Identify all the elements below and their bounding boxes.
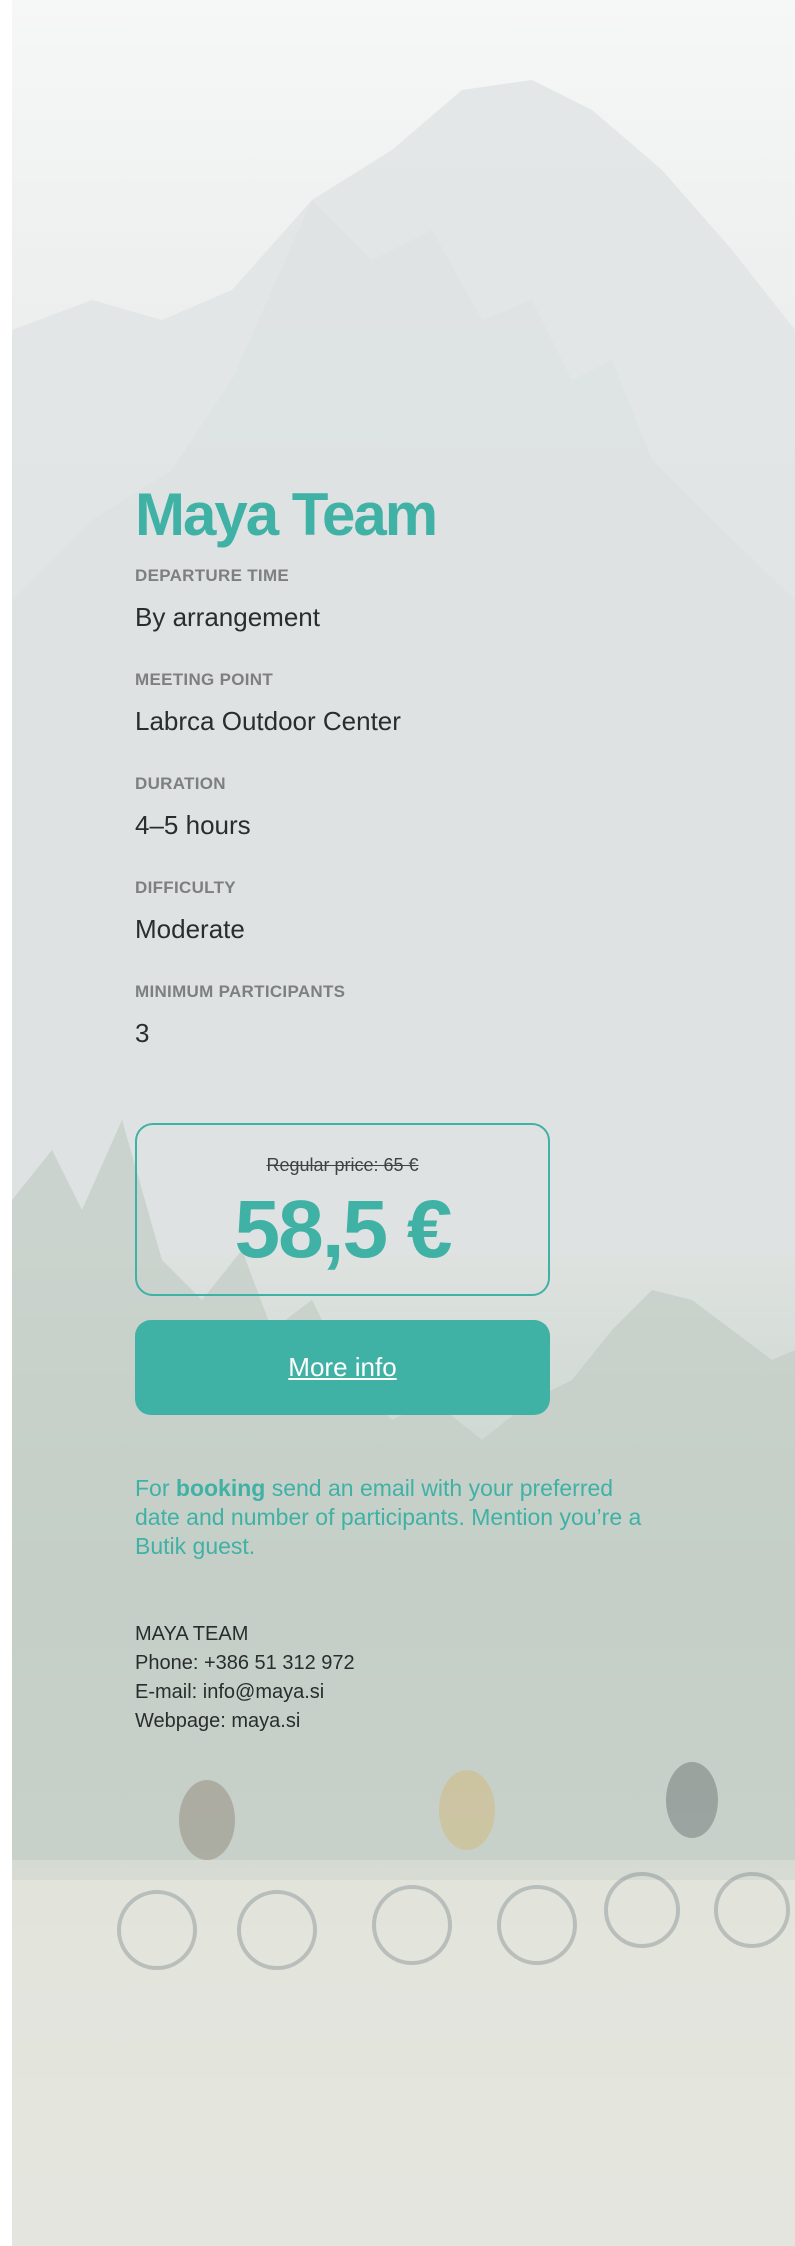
meeting-point-value: Labrca Outdoor Center xyxy=(135,706,401,736)
difficulty-label: DIFFICULTY xyxy=(135,878,236,897)
more-info-label: More info xyxy=(288,1352,397,1382)
departure-time-label: DEPARTURE TIME xyxy=(135,566,290,585)
minimum-participants-value: 3 xyxy=(135,1018,150,1048)
departure-time-value: By arrangement xyxy=(135,602,320,632)
duration-label: DURATION xyxy=(135,774,226,793)
booking-prefix: For xyxy=(135,1475,176,1501)
contact-name: MAYA TEAM xyxy=(135,1623,249,1645)
discounted-price: 58,5 € xyxy=(234,1184,453,1275)
price-box: Regular price: 65 € 58,5 € xyxy=(135,1123,550,1296)
booking-instructions: For booking send an email with your pref… xyxy=(135,1474,655,1561)
contact-email: E-mail: info@maya.si xyxy=(135,1681,325,1703)
minimum-participants-label: MINIMUM PARTICIPANTS xyxy=(135,982,346,1001)
contact-block: MAYA TEAM Phone: +386 51 312 972 E-mail:… xyxy=(135,1620,355,1736)
meeting-point-label: MEETING POINT xyxy=(135,670,274,689)
page-title: Maya Team xyxy=(135,481,438,548)
booking-bold: booking xyxy=(175,1475,266,1501)
duration-value: 4–5 hours xyxy=(135,810,251,840)
regular-price: Regular price: 65 € xyxy=(266,1155,419,1175)
contact-phone: Phone: +386 51 312 972 xyxy=(135,1652,355,1674)
contact-web: Webpage: maya.si xyxy=(135,1710,301,1732)
difficulty-value: Moderate xyxy=(135,914,245,944)
more-info-button[interactable]: More info xyxy=(135,1320,550,1415)
